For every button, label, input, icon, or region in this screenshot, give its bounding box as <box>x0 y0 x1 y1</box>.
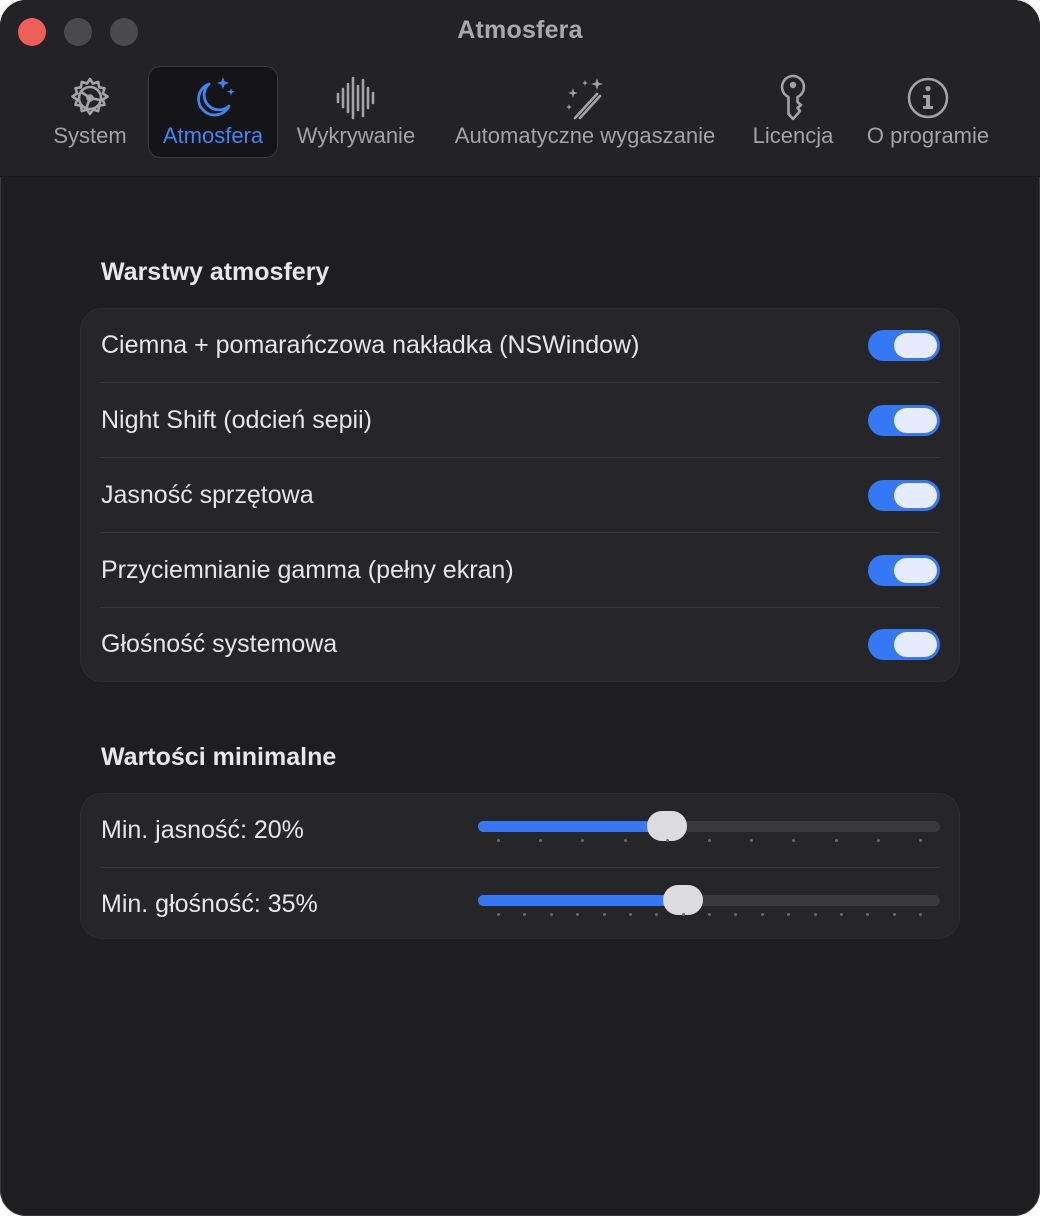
layer-label: Ciemna + pomarańczowa nakładka (NSWindow… <box>101 331 640 359</box>
tab-label: Licencja <box>752 123 834 148</box>
brightness-slider[interactable] <box>478 811 940 841</box>
layer-label: Night Shift (odcień sepii) <box>101 406 372 434</box>
window-title: Atmosfera <box>457 16 583 44</box>
info-icon <box>907 77 949 119</box>
slider-tick <box>708 839 711 842</box>
tab-wykrywanie[interactable]: Wykrywanie <box>288 66 424 158</box>
tab-licencja[interactable]: Licencja <box>744 66 842 158</box>
slider-row: Min. głośność: 35% <box>80 867 960 942</box>
toggle-knob <box>894 408 937 433</box>
slider-fill <box>478 895 683 906</box>
tab-atmosfera[interactable]: Atmosfera <box>148 66 278 158</box>
layer-label: Jasność sprzętowa <box>101 481 314 509</box>
layer-toggle[interactable] <box>868 330 940 361</box>
tab-label: Automatyczne wygaszanie <box>454 123 716 148</box>
slider-tick <box>665 839 669 842</box>
slider-tick <box>813 913 817 916</box>
gear-icon <box>71 77 109 116</box>
slider-label: Min. głośność: 35% <box>101 890 318 918</box>
slider-tick <box>581 839 585 842</box>
slider-knob[interactable] <box>646 811 687 841</box>
slider-tick <box>655 913 659 916</box>
moon-stars-icon <box>197 77 235 117</box>
slider-tick <box>834 839 838 842</box>
slider-tick <box>576 913 580 916</box>
layer-row: Przyciemnianie gamma (pełny ekran) <box>80 533 960 608</box>
toolbar: Atmosfera System Atmosfera Wykrywanie Au… <box>0 0 1040 177</box>
key-icon <box>780 74 806 121</box>
tab-label: Wykrywanie <box>296 123 416 148</box>
slider-tick <box>681 913 685 916</box>
layer-row: Jasność sprzętowa <box>80 458 960 533</box>
tab-label: System <box>53 123 127 148</box>
layers-group: Ciemna + pomarańczowa nakładka (NSWindow… <box>80 308 960 682</box>
slider-tick <box>919 839 922 842</box>
layer-toggle[interactable] <box>868 480 940 511</box>
slider-tick <box>539 839 543 842</box>
layer-toggle[interactable] <box>868 629 940 660</box>
layer-row: Ciemna + pomarańczowa nakładka (NSWindow… <box>80 308 960 383</box>
slider-tick <box>839 913 843 916</box>
slider-ticks <box>478 839 940 843</box>
layer-label: Głośność systemowa <box>101 630 338 658</box>
magic-wand-icon <box>566 78 603 120</box>
layer-toggle[interactable] <box>868 555 940 586</box>
toggle-knob <box>894 558 937 583</box>
volume-slider[interactable] <box>478 885 940 915</box>
slider-tick <box>919 913 922 916</box>
preferences-window: Atmosfera System Atmosfera Wykrywanie Au… <box>0 0 1040 1216</box>
slider-tick <box>792 839 796 842</box>
slider-tick <box>497 913 500 916</box>
layer-label: Przyciemnianie gamma (pełny ekran) <box>101 556 514 584</box>
slider-fill <box>478 821 667 832</box>
slider-tick <box>760 913 764 916</box>
slider-tick <box>866 913 870 916</box>
slider-label: Min. jasność: 20% <box>101 816 304 844</box>
slider-tick <box>734 913 738 916</box>
slider-tick <box>892 913 896 916</box>
slider-tick <box>750 839 754 842</box>
slider-tick <box>876 839 880 842</box>
section-title-layers: Warstwy atmosfery <box>101 258 330 286</box>
tab-automatyczne-wygaszanie[interactable]: Automatyczne wygaszanie <box>440 66 730 158</box>
slider-tick <box>628 913 632 916</box>
slider-ticks <box>478 913 940 917</box>
slider-tick <box>708 913 711 916</box>
tab-label: Atmosfera <box>162 123 264 148</box>
tab-label: O programie <box>866 123 990 148</box>
tab-o-programie[interactable]: O programie <box>856 66 1000 158</box>
toggle-knob <box>894 333 937 358</box>
slider-knob[interactable] <box>662 885 703 915</box>
slider-tick <box>787 913 791 916</box>
toggle-knob <box>894 632 937 657</box>
layer-row: Głośność systemowa <box>80 607 960 682</box>
slider-tick <box>497 839 500 842</box>
layer-toggle[interactable] <box>868 405 940 436</box>
slider-tick <box>549 913 553 916</box>
layer-row: Night Shift (odcień sepii) <box>80 383 960 458</box>
waveform-icon <box>336 76 375 120</box>
slider-row: Min. jasność: 20% <box>80 793 960 868</box>
tab-system[interactable]: System <box>42 66 138 158</box>
section-title-minimums: Wartości minimalne <box>101 743 337 771</box>
minimums-group: Min. jasność: 20% Min. głośność: 35% <box>80 793 960 939</box>
slider-tick <box>523 913 527 916</box>
slider-tick <box>623 839 627 842</box>
toggle-knob <box>894 483 937 508</box>
slider-tick <box>602 913 606 916</box>
